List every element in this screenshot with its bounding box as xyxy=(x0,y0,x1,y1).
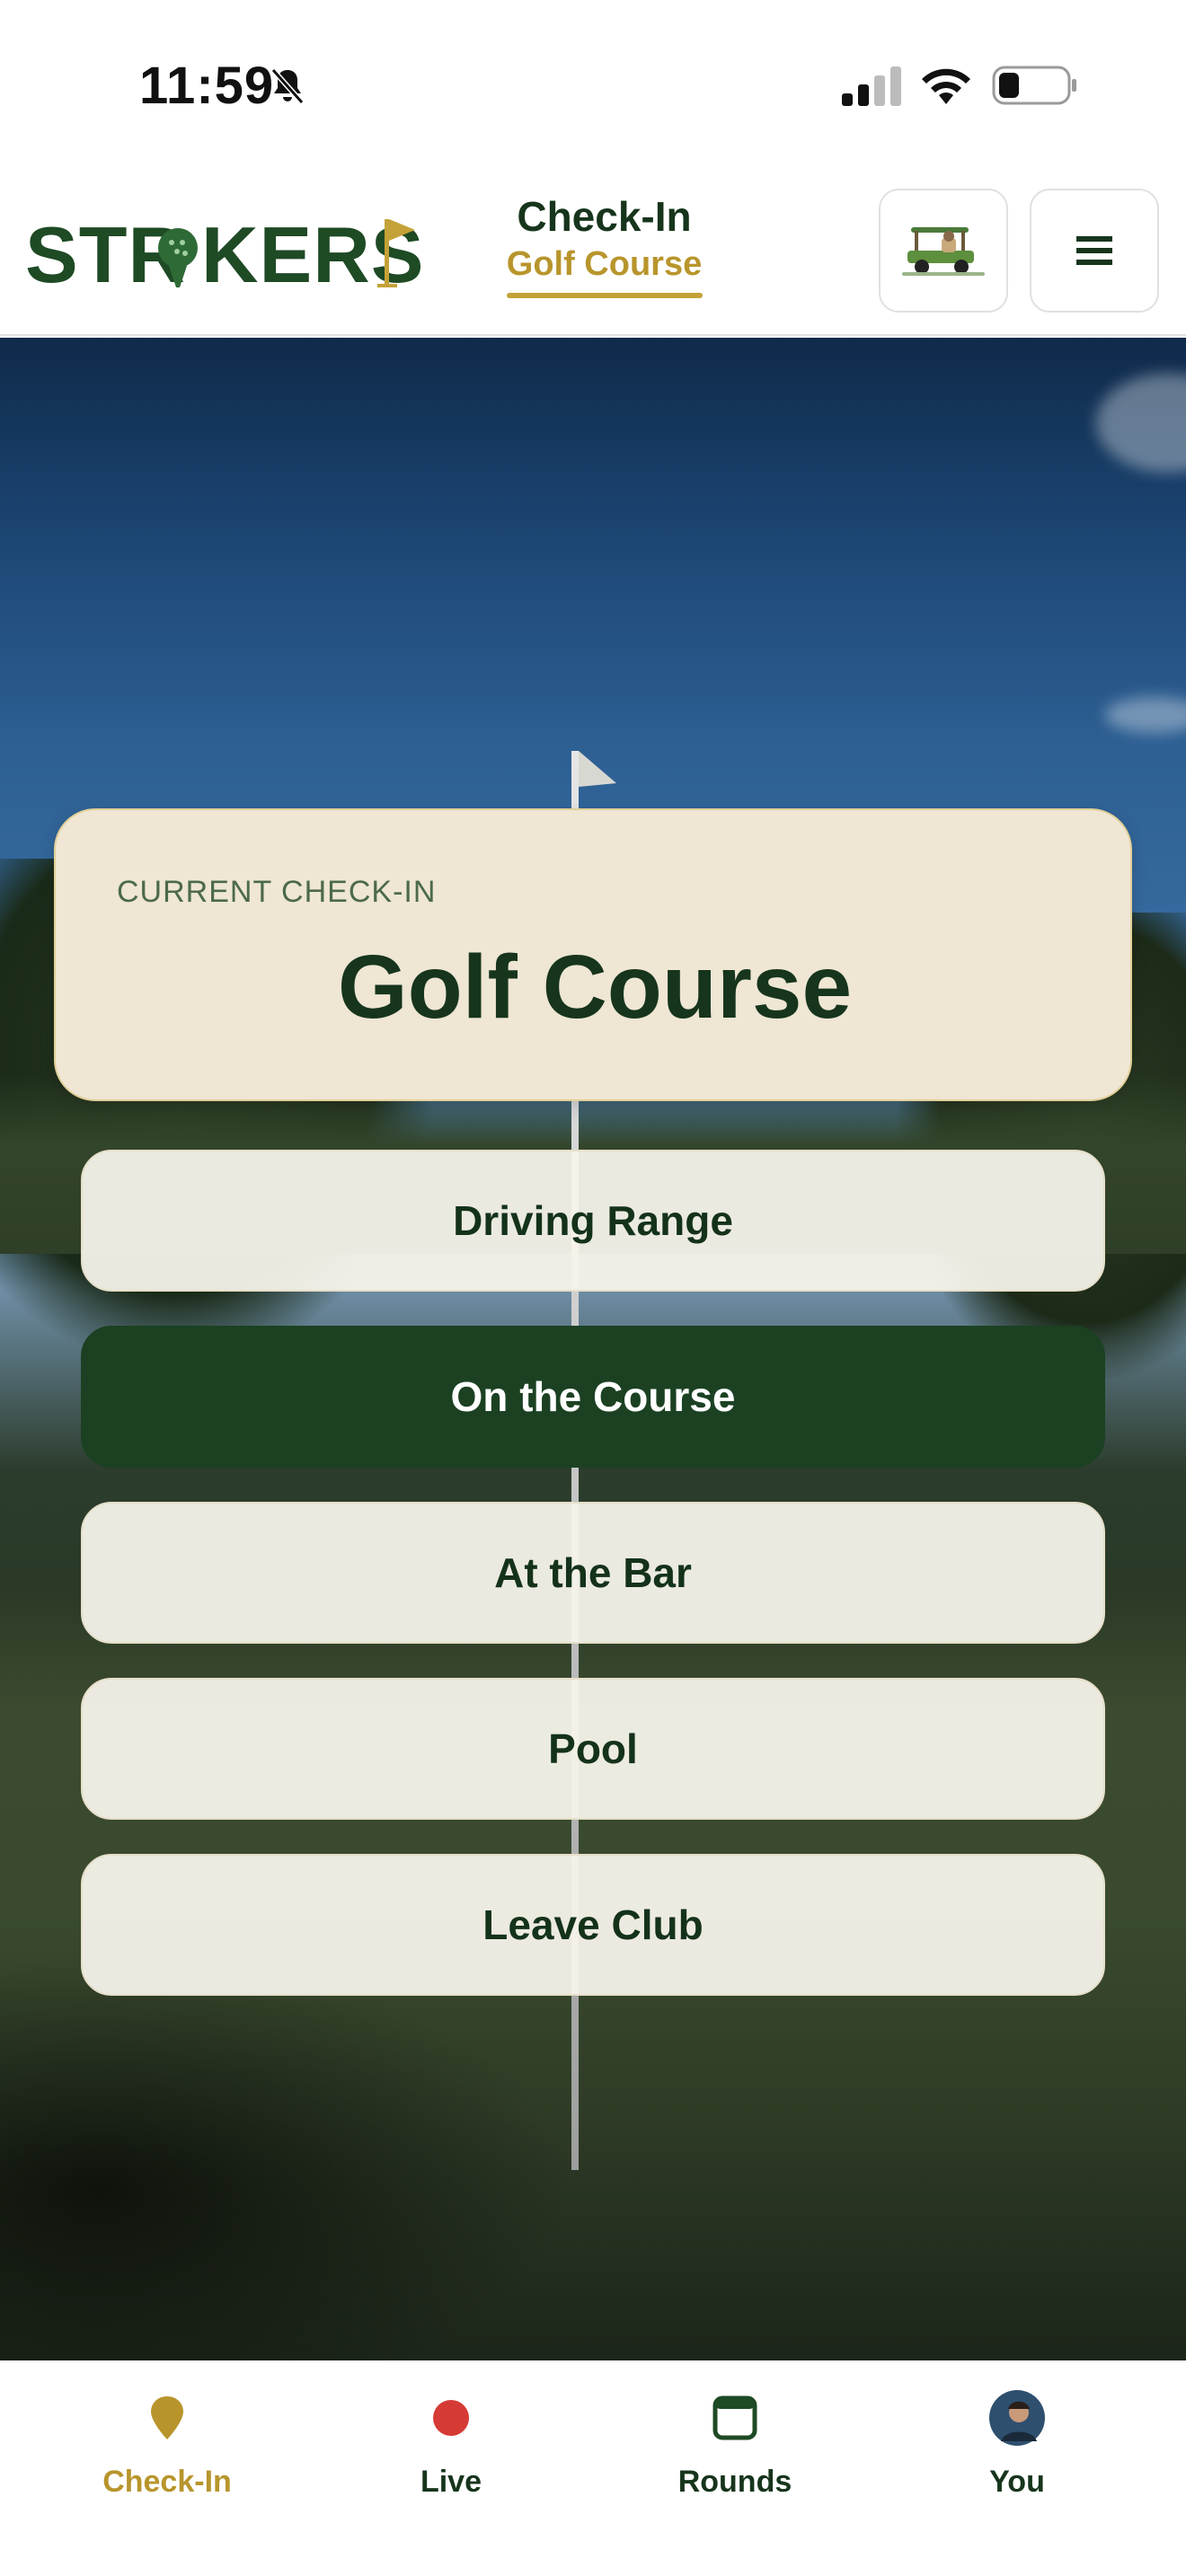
current-check-in-value: Golf Course xyxy=(337,937,853,1037)
cellular-signal-icon xyxy=(842,66,901,106)
header-underline xyxy=(506,293,703,298)
cloud xyxy=(1105,697,1186,733)
cloud xyxy=(1096,374,1186,472)
header-title-block: Check-In Golf Course xyxy=(485,190,723,298)
check-in-screen: 11:59 STR KERS Check-In Golf Course CURR… xyxy=(0,0,1186,2576)
app-header: STR KERS Check-In Golf Course xyxy=(0,171,1186,336)
location-pin-icon xyxy=(151,2396,183,2439)
tab-live-label: Live xyxy=(420,2465,482,2499)
tab-rounds-label: Rounds xyxy=(677,2465,792,2499)
bottom-tab-bar: Check-In Live Rounds You xyxy=(0,2360,1186,2576)
bell-off-icon xyxy=(270,68,305,104)
avatar xyxy=(989,2390,1045,2446)
tab-you-label: You xyxy=(989,2465,1045,2499)
battery-icon xyxy=(992,66,1076,105)
shadow xyxy=(0,1954,575,2360)
current-check-in-card: CURRENT CHECK-IN Golf Course xyxy=(54,808,1132,1101)
status-time: 11:59 xyxy=(139,57,275,115)
tab-live[interactable]: Live xyxy=(334,2389,568,2542)
flag-icon xyxy=(579,751,616,787)
pool-button[interactable]: Pool xyxy=(81,1678,1105,1820)
tab-check-in[interactable]: Check-In xyxy=(50,2389,284,2542)
tab-check-in-label: Check-In xyxy=(102,2465,232,2499)
golf-cart-icon xyxy=(902,227,985,276)
hamburger-menu-icon xyxy=(1076,236,1112,265)
on-the-course-button[interactable]: On the Course xyxy=(81,1326,1105,1468)
header-title: Check-In xyxy=(517,193,692,240)
tab-you[interactable]: You xyxy=(900,2389,1134,2542)
golf-cart-button[interactable] xyxy=(879,189,1008,313)
at-the-bar-button[interactable]: At the Bar xyxy=(81,1502,1105,1644)
leave-club-button[interactable]: Leave Club xyxy=(81,1854,1105,1996)
status-bar: 11:59 xyxy=(0,0,1186,171)
tab-rounds[interactable]: Rounds xyxy=(618,2389,852,2542)
driving-range-button[interactable]: Driving Range xyxy=(81,1150,1105,1292)
calendar-icon xyxy=(712,2395,757,2440)
menu-button[interactable] xyxy=(1030,189,1159,313)
live-dot-icon xyxy=(433,2400,469,2436)
header-subtitle: Golf Course xyxy=(506,245,703,283)
strikers-logo: STR KERS xyxy=(25,210,420,296)
current-check-in-label: CURRENT CHECK-IN xyxy=(117,875,437,909)
wifi-icon xyxy=(922,68,970,104)
